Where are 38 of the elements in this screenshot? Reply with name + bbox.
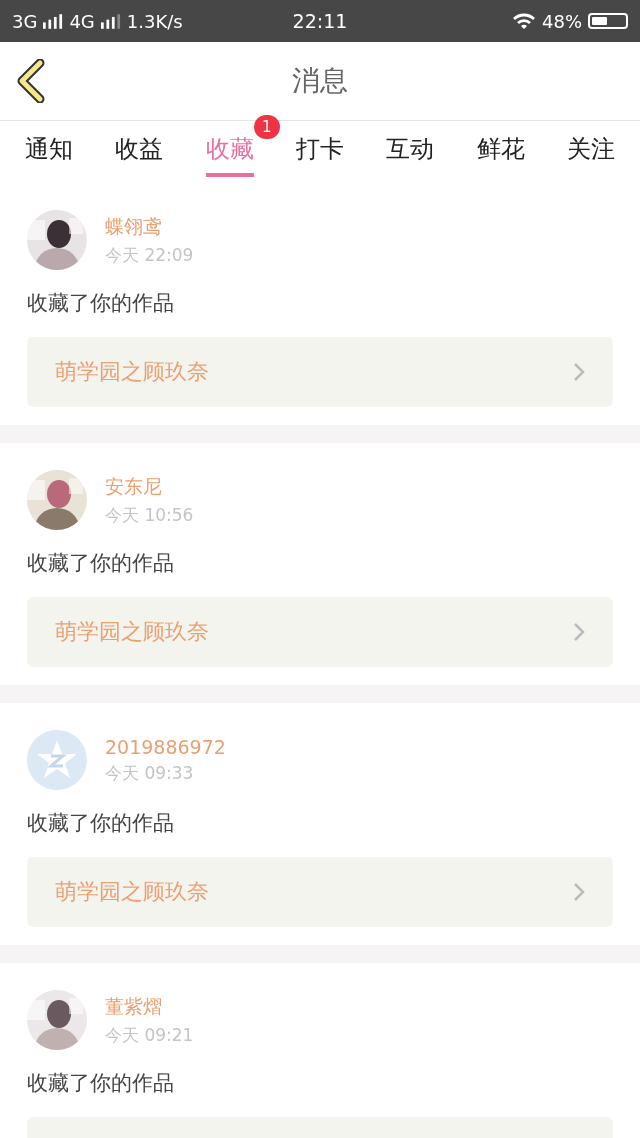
battery-icon	[588, 13, 628, 29]
tab[interactable]: 关注	[566, 127, 615, 177]
timestamp: 今天 09:33	[105, 761, 195, 785]
tab[interactable]: 收益	[115, 127, 164, 177]
default-avatar-icon	[27, 730, 87, 790]
message-text: 收藏了你的作品	[27, 1070, 175, 1096]
timestamp: 今天 09:21	[105, 1023, 194, 1047]
signal-icon	[100, 13, 121, 29]
user-name[interactable]: 蝶翎鸢	[105, 213, 194, 240]
tab[interactable]: 通知	[25, 127, 74, 177]
chevron-right-icon	[573, 622, 585, 642]
page-title: 消息	[292, 63, 348, 99]
work-link[interactable]: 萌学园之顾玖奈	[27, 597, 613, 667]
user-name[interactable]: 安东尼	[105, 473, 194, 500]
network-label: 4G	[69, 10, 95, 32]
back-button[interactable]	[16, 59, 46, 103]
work-link[interactable]: 萌学园之顾玖奈	[27, 337, 613, 407]
message-text: 收藏了你的作品	[27, 550, 175, 576]
network-label: 3G	[12, 10, 38, 32]
wifi-icon	[512, 12, 536, 30]
user-name[interactable]: 2019886972	[105, 735, 226, 758]
count-badge: 1	[253, 115, 280, 139]
timestamp: 今天 22:09	[105, 243, 194, 267]
user-name[interactable]: 董紫熠	[105, 993, 194, 1020]
tab[interactable]: 收藏	[205, 127, 254, 177]
signal-icon	[43, 13, 64, 29]
work-link[interactable]: 萌学园之顾玖奈	[27, 857, 613, 927]
clock: 22:11	[292, 10, 348, 32]
tab[interactable]: 鲜花	[476, 127, 525, 177]
tab[interactable]: 打卡	[296, 127, 344, 177]
battery-percent: 48%	[542, 10, 582, 32]
chevron-right-icon	[573, 362, 585, 382]
timestamp: 今天 10:56	[105, 503, 194, 527]
tab[interactable]: 互动	[386, 127, 435, 177]
message-text: 收藏了你的作品	[27, 290, 175, 316]
message-text: 收藏了你的作品	[27, 810, 175, 836]
network-speed: 1.3K/s	[126, 10, 183, 32]
chevron-right-icon	[573, 882, 585, 902]
